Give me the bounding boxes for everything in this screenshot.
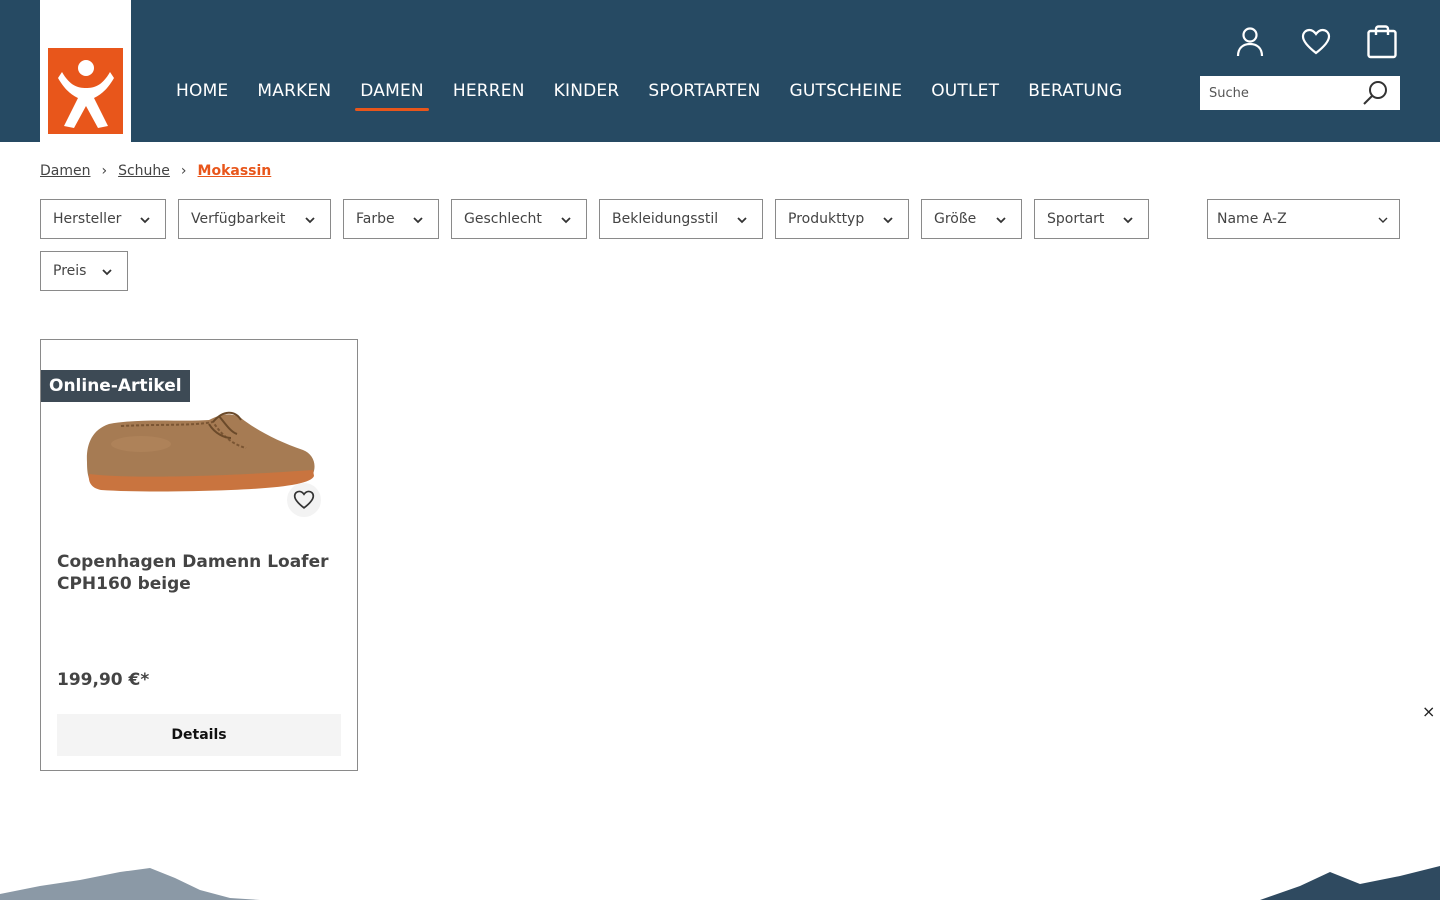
product-card[interactable]: Online-Artikel Copenhagen Damenn Loafer … — [40, 339, 358, 771]
nav-item-home[interactable]: HOME — [176, 80, 228, 112]
chevron-down-icon — [737, 217, 747, 224]
site-header: HOME MARKEN DAMEN HERREN KINDER SPORTART… — [0, 0, 1440, 142]
chevron-right-icon: › — [101, 163, 108, 179]
search-box — [1200, 76, 1400, 110]
nav-item-marken[interactable]: MARKEN — [257, 80, 331, 112]
filter-groesse[interactable]: Größe — [921, 199, 1022, 239]
filter-label: Sportart — [1047, 211, 1105, 227]
chevron-down-icon — [413, 217, 423, 224]
shopping-bag-icon[interactable] — [1364, 24, 1400, 60]
nav-item-kinder[interactable]: KINDER — [554, 80, 620, 112]
breadcrumb-item-damen[interactable]: Damen — [40, 163, 90, 179]
breadcrumb-current[interactable]: Mokassin — [198, 163, 272, 179]
nav-item-beratung[interactable]: BERATUNG — [1028, 80, 1122, 112]
chevron-down-icon — [102, 269, 112, 276]
filter-produkttyp[interactable]: Produkttyp — [775, 199, 909, 239]
chevron-down-icon — [561, 217, 571, 224]
heart-icon[interactable] — [1298, 24, 1334, 60]
chevron-down-icon — [996, 217, 1006, 224]
product-price: 199,90 €* — [57, 670, 150, 690]
filter-label: Preis — [53, 263, 87, 279]
filter-label: Bekleidungsstil — [612, 211, 719, 227]
filter-label: Hersteller — [53, 211, 122, 227]
product-image[interactable] — [81, 404, 321, 498]
nav-item-sportarten[interactable]: SPORTARTEN — [648, 80, 760, 112]
header-actions — [1232, 24, 1400, 60]
filter-preis[interactable]: Preis — [40, 251, 128, 291]
main-nav: HOME MARKEN DAMEN HERREN KINDER SPORTART… — [176, 80, 1151, 112]
filter-label: Größe — [934, 211, 977, 227]
filter-hersteller[interactable]: Hersteller — [40, 199, 166, 239]
breadcrumb-item-schuhe[interactable]: Schuhe — [118, 163, 170, 179]
nav-item-gutscheine[interactable]: GUTSCHEINE — [790, 80, 903, 112]
sort-selected-value: Name A-Z — [1217, 211, 1287, 227]
search-icon[interactable] — [1362, 80, 1390, 106]
chevron-down-icon — [883, 217, 893, 224]
online-article-badge: Online-Artikel — [41, 370, 190, 402]
logo-icon[interactable] — [48, 48, 123, 134]
nav-item-damen[interactable]: DAMEN — [355, 80, 429, 112]
chevron-right-icon: › — [180, 163, 187, 179]
search-input[interactable] — [1200, 76, 1360, 110]
filter-label: Geschlecht — [464, 211, 542, 227]
close-icon[interactable]: × — [1422, 702, 1435, 721]
chevron-down-icon — [1378, 217, 1388, 223]
filter-label: Produkttyp — [788, 211, 865, 227]
sort-select[interactable]: Name A-Z — [1207, 199, 1400, 239]
logo-container[interactable] — [40, 0, 131, 142]
nav-item-herren[interactable]: HERREN — [453, 80, 525, 112]
filter-label: Farbe — [356, 211, 395, 227]
chevron-down-icon — [305, 217, 315, 224]
chevron-down-icon — [140, 217, 150, 224]
user-icon[interactable] — [1232, 24, 1268, 60]
product-title[interactable]: Copenhagen Damenn Loafer CPH160 beige — [57, 551, 337, 595]
mountain-decoration — [0, 866, 1440, 900]
filter-farbe[interactable]: Farbe — [343, 199, 439, 239]
nav-item-outlet[interactable]: OUTLET — [931, 80, 999, 112]
wishlist-heart-icon[interactable] — [287, 483, 321, 517]
chevron-down-icon — [1123, 217, 1133, 224]
filter-verfuegbarkeit[interactable]: Verfügbarkeit — [178, 199, 331, 239]
breadcrumb: Damen › Schuhe › Mokassin — [40, 163, 271, 179]
filter-geschlecht[interactable]: Geschlecht — [451, 199, 587, 239]
filter-bekleidungsstil[interactable]: Bekleidungsstil — [599, 199, 763, 239]
filter-label: Verfügbarkeit — [191, 211, 286, 227]
filter-sportart[interactable]: Sportart — [1034, 199, 1149, 239]
details-button[interactable]: Details — [57, 714, 341, 756]
